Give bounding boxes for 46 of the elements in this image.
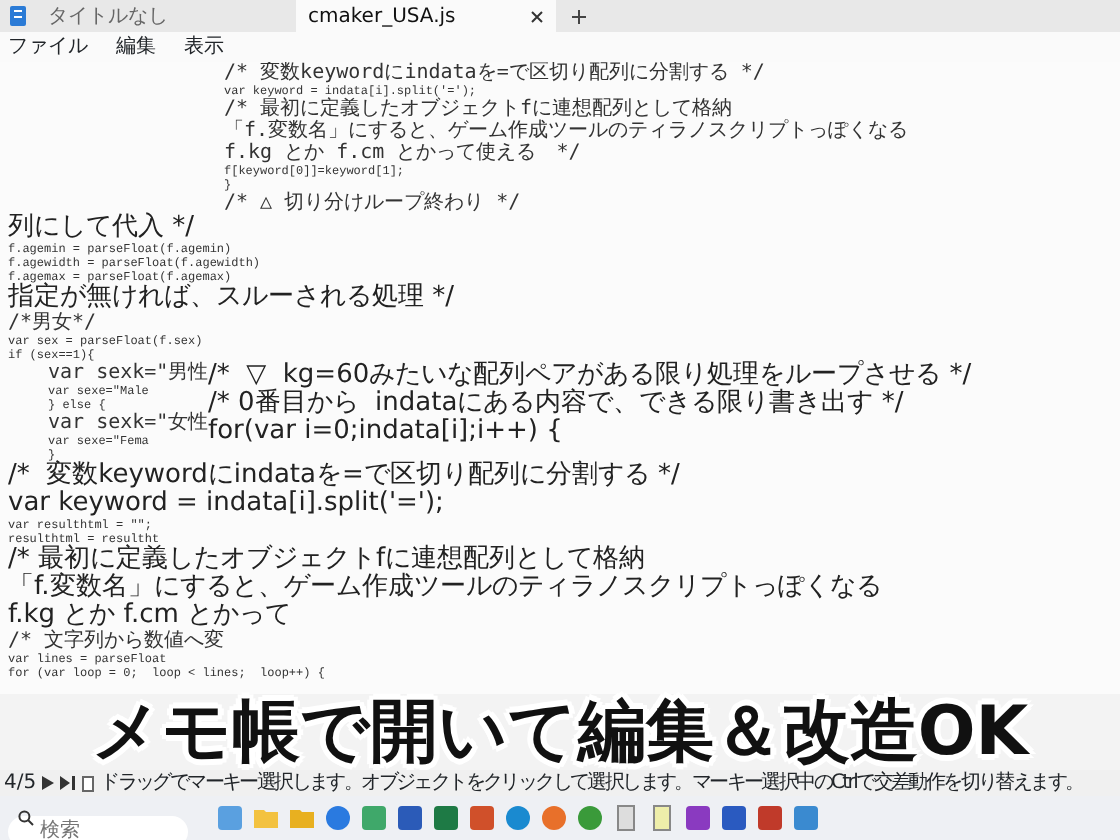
document-icon[interactable] bbox=[82, 775, 95, 791]
app-tile-icon[interactable] bbox=[360, 804, 388, 832]
menu-item[interactable]: 表示 bbox=[184, 32, 224, 62]
code-line: var sexk="女性 bbox=[48, 412, 208, 434]
app-tile-icon[interactable] bbox=[684, 804, 712, 832]
code-line: /* 最初に定義したオブジェクトfに連想配列として格納 bbox=[224, 98, 735, 120]
search-icon bbox=[18, 810, 34, 826]
menu-item[interactable]: 編集 bbox=[116, 32, 156, 62]
app-tile-icon[interactable] bbox=[756, 804, 784, 832]
close-icon[interactable] bbox=[530, 9, 544, 23]
caption-text: メモ帳で開いて編集＆改造OK bbox=[0, 694, 1120, 770]
code-line: f.kg とか f.cm とかって使える */ bbox=[224, 142, 583, 164]
skip-end-icon[interactable] bbox=[60, 776, 77, 790]
code-line: /* 変数keywordにindataを=で区切り配列に分割する */ bbox=[8, 462, 682, 490]
status-message: ドラッグでマーキー選択します。オブジェクトをクリックして選択します。マーキー選択中のCtrlで交差動作を切り替えます。 bbox=[100, 772, 1083, 794]
code-line: for(var i=0;indata[i];i++) { bbox=[208, 418, 565, 446]
circle-icon[interactable] bbox=[540, 804, 568, 832]
code-line: /* △ 切り分けループ終わり */ bbox=[224, 192, 523, 214]
code-line: 指定が無ければ、スルーされる処理 */ bbox=[8, 284, 457, 312]
circle-icon[interactable] bbox=[504, 804, 532, 832]
code-line: f.kg とか f.cm とかって bbox=[8, 602, 294, 630]
menu-item[interactable]: ファイル bbox=[8, 32, 88, 62]
code-line: /* 最初に定義したオブジェクトfに連想配列として格納 bbox=[8, 546, 648, 574]
document-icon[interactable] bbox=[612, 804, 640, 832]
code-line: 列にして代入 */ bbox=[8, 214, 197, 242]
plus-icon[interactable] bbox=[572, 9, 586, 23]
app-tile-icon[interactable] bbox=[432, 804, 460, 832]
code-line: /*男女*/ bbox=[8, 312, 99, 334]
file-tab[interactable]: cmaker_USA.js bbox=[296, 0, 556, 32]
code-line: var keyword = indata[i].split('='); bbox=[8, 490, 446, 518]
page-counter: 4/5 bbox=[4, 772, 37, 794]
app-tile-icon[interactable] bbox=[720, 804, 748, 832]
search-field[interactable]: 検索 bbox=[8, 815, 188, 840]
code-line: /* 0番目から indataにある内容で、できる限り書き出す */ bbox=[208, 390, 906, 418]
document-icon[interactable] bbox=[648, 804, 676, 832]
play-icon[interactable] bbox=[42, 776, 55, 790]
app-tile-icon[interactable] bbox=[216, 804, 244, 832]
code-line: 「f.変数名」にすると、ゲーム作成ツールのティラノスクリプトっぽくなる bbox=[8, 574, 884, 602]
app-tile-icon[interactable] bbox=[396, 804, 424, 832]
code-line: var sexk="男性 bbox=[48, 362, 208, 384]
code-line: 「f.変数名」にすると、ゲーム作成ツールのティラノスクリプトっぽくなる bbox=[224, 120, 911, 142]
code-line: /* ▽ kg=60みたいな配列ペアがある限り処理をループさせる */ bbox=[208, 362, 972, 390]
circle-icon[interactable] bbox=[324, 804, 352, 832]
code-line: /* 文字列から数値へ変 bbox=[8, 630, 227, 652]
circle-icon[interactable] bbox=[576, 804, 604, 832]
app-tile-icon[interactable] bbox=[468, 804, 496, 832]
